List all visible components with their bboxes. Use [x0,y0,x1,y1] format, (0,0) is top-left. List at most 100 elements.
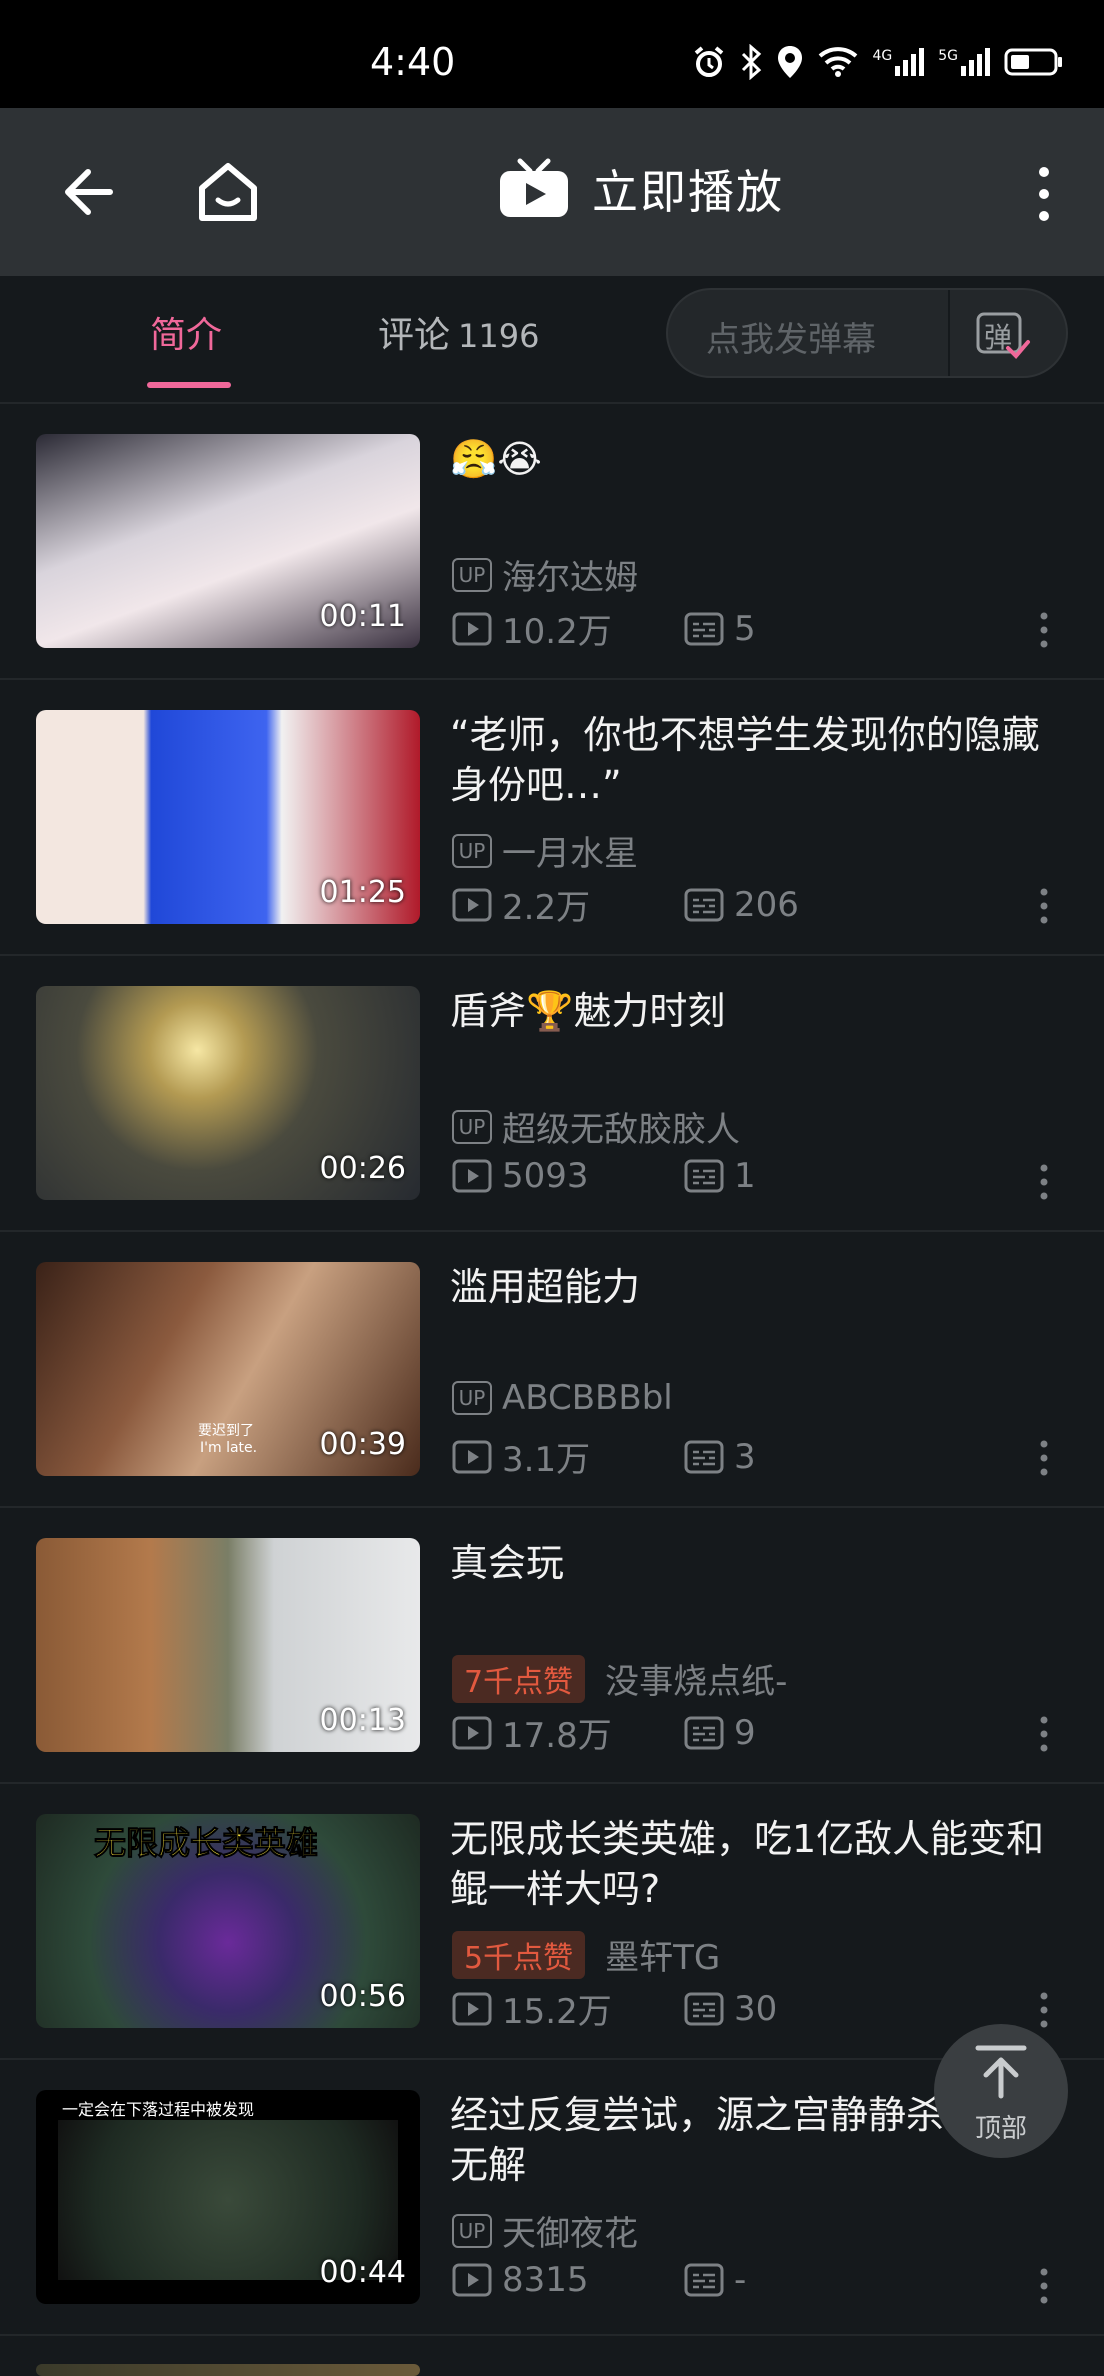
play-now-button[interactable]: 立即播放 [498,156,784,222]
back-arrow-icon[interactable] [54,160,118,224]
video-thumbnail[interactable]: 00:11 [36,434,420,648]
danmaku-count-value: 1 [734,1156,756,1196]
video-duration: 00:26 [319,1151,406,1186]
danmaku-count: 5 [684,609,756,649]
play-count-icon [452,612,492,645]
video-title: “老师，你也不想学生发现你的隐藏身份吧…” [450,713,1040,807]
video-item[interactable]: 要迟到了 I'm late. 00:39 滥用超能力 UP ABCBBBbl 3… [0,1232,1104,1508]
video-title: 滥用超能力 [450,1265,641,1309]
tab-bar: 简介 评论 1196 点我发弹幕 弹 [0,276,1104,404]
uploader-name[interactable]: ABCBBBbl [502,1378,673,1418]
video-item[interactable]: 00:11 😤😭 UP 海尔达姆 10.2万 5 [0,404,1104,680]
video-title: 盾斧🏆魅力时刻 [450,989,726,1033]
danmaku-count-icon [684,1716,724,1749]
play-count-icon [452,1716,492,1749]
uploader-name[interactable]: 墨轩TG [605,1930,720,1979]
video-thumbnail[interactable]: 00:13 [36,1538,420,1752]
item-more-icon[interactable] [1034,610,1054,650]
video-thumbnail[interactable]: 00:26 [36,986,420,1200]
uploader-row: UP ABCBBBbl [452,1378,673,1418]
video-item[interactable]: 00:26 盾斧🏆魅力时刻 UP 超级无敌胶胶人 5093 1 [0,956,1104,1232]
uploader-row: UP 一月水星 [452,826,638,875]
location-icon [778,46,803,78]
video-stats: 5093 1 [452,1156,756,1196]
home-icon[interactable] [194,158,262,226]
tab-comments-label: 评论 [378,315,451,356]
video-thumbnail[interactable] [36,2364,420,2376]
video-item[interactable]: 无限成长类英雄 00:56 无限成长类英雄，吃1亿敌人能变和鲲一样大吗? 5千点… [0,1784,1104,2060]
uploader-name[interactable]: 天御夜花 [502,2206,638,2255]
video-thumbnail[interactable]: 01:25 [36,710,420,924]
danmaku-count: 206 [684,885,799,925]
video-thumbnail[interactable]: 一定会在下落过程中被发现 00:44 [36,2090,420,2304]
arrow-up-icon [975,2045,1027,2099]
uploader-row: 7千点赞 没事烧点纸- [452,1654,787,1703]
danmaku-count-value: - [734,2260,747,2300]
danmaku-toggle-button[interactable]: 弹 [972,304,1032,364]
video-title: 😤😭 [450,437,542,481]
danmaku-count-value: 30 [734,1988,778,2029]
up-badge-icon: UP [452,557,492,592]
tab-intro[interactable]: 简介 [150,306,222,358]
up-badge-icon: UP [452,833,492,868]
play-count-icon [452,888,492,921]
danmaku-divider [948,290,950,376]
view-count: 5093 [452,1156,684,1196]
danmaku-input[interactable]: 点我发弹幕 [706,312,876,361]
item-more-icon[interactable] [1034,886,1054,926]
play-count-icon [452,2263,492,2297]
video-thumbnail[interactable]: 要迟到了 I'm late. 00:39 [36,1262,420,1476]
video-item[interactable] [0,2336,1104,2376]
uploader-name[interactable]: 超级无敌胶胶人 [502,1102,740,1151]
view-count-value: 5093 [502,1156,589,1196]
play-count-icon [452,1159,492,1193]
video-stats: 3.1万 3 [452,1432,756,1481]
uploader-name[interactable]: 海尔达姆 [502,550,638,599]
uploader-row: UP 天御夜花 [452,2206,638,2255]
video-item[interactable]: 01:25 “老师，你也不想学生发现你的隐藏身份吧…” UP 一月水星 2.2万… [0,680,1104,956]
danmaku-count-icon [684,1992,724,2025]
alarm-icon [695,46,724,77]
video-duration: 00:44 [319,2255,406,2290]
danmaku-count-value: 9 [734,1712,756,1753]
video-duration: 00:13 [319,1703,406,1738]
tab-comments[interactable]: 评论 1196 [378,306,539,358]
video-title: 无限成长类英雄，吃1亿敌人能变和鲲一样大吗? [450,1817,1045,1911]
app-bar: 立即播放 [0,108,1104,276]
uploader-name[interactable]: 一月水星 [502,826,638,875]
item-more-icon[interactable] [1034,2266,1054,2306]
danmaku-count-value: 3 [734,1436,756,1477]
danmaku-count-value: 5 [734,608,756,649]
view-count: 8315 [452,2260,684,2300]
video-duration: 00:11 [319,599,406,634]
video-thumbnail[interactable]: 无限成长类英雄 00:56 [36,1814,420,2028]
net1-label: 4G [872,48,893,64]
likes-badge: 5千点赞 [452,1930,586,1979]
thumb-caption-cn: 要迟到了 [198,1423,254,1439]
uploader-name[interactable]: 没事烧点纸- [605,1654,787,1703]
more-vertical-icon[interactable] [1026,164,1062,224]
video-title: 真会玩 [450,1541,565,1585]
view-count: 15.2万 [452,1984,684,2033]
video-stats: 8315 - [452,2260,746,2300]
status-bar: 4:40 4G 5G [0,0,1104,108]
view-count: 10.2万 [452,604,684,653]
item-more-icon[interactable] [1034,1990,1054,2030]
danmaku-count-icon [684,2263,724,2297]
status-time: 4:40 [370,40,456,84]
signal-5g-icon: 5G [938,48,990,76]
uploader-row: 5千点赞 墨轩TG [452,1930,720,1979]
video-duration: 00:56 [319,1979,406,2014]
bluetooth-icon [742,44,762,80]
item-more-icon[interactable] [1034,1438,1054,1478]
item-more-icon[interactable] [1034,1162,1054,1202]
view-count-value: 3.1万 [502,1440,591,1480]
danmaku-count-icon [684,1159,724,1193]
video-stats: 10.2万 5 [452,604,756,653]
back-to-top-button[interactable]: 顶部 [934,2024,1068,2158]
view-count-value: 17.8万 [502,1716,612,1756]
item-more-icon[interactable] [1034,1714,1054,1754]
video-stats: 2.2万 206 [452,880,799,929]
video-item[interactable]: 00:13 真会玩 7千点赞 没事烧点纸- 17.8万 9 [0,1508,1104,1784]
play-count-icon [452,1440,492,1473]
